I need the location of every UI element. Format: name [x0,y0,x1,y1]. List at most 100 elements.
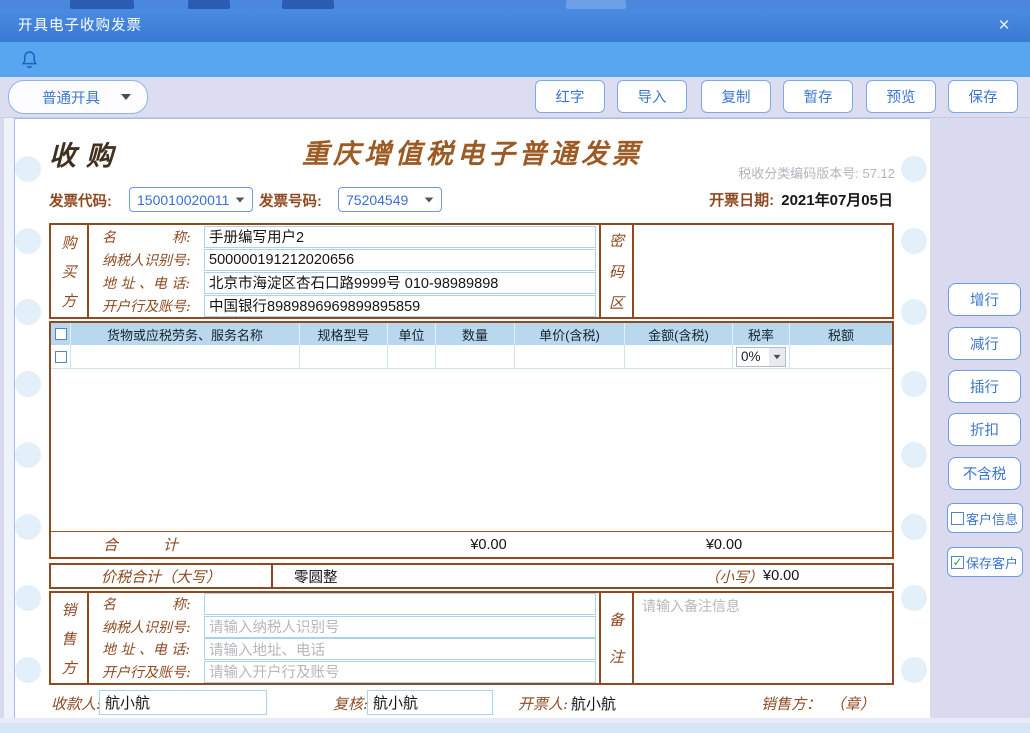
items-table-header: 货物或应税劳务、服务名称 规格型号 单位 数量 单价(含税) 金额(含税) 税率… [51,323,892,345]
tax-amount-cell[interactable] [790,345,892,368]
tax-code-version-note: 税收分类编码版本号: 57.12 [738,163,895,182]
tax-rate-cell: 0% [733,345,790,368]
col-tax-rate: 税率 [733,323,790,345]
import-button[interactable]: 导入 [617,80,687,113]
remark-label: 备注 [599,593,634,683]
amount-cell[interactable] [625,345,733,368]
payee-input[interactable]: 航小航 [99,690,267,715]
tax-rate-select[interactable]: 0% [736,347,786,367]
seller-fields: 名 称: 纳税人识别号: 请输入纳税人识别号 地 址 、电 话: 请输入地址、电… [89,593,599,683]
background-window-fragment [70,0,134,9]
remark-placeholder: 请输入备注信息 [642,596,740,616]
seller-name-input[interactable] [204,593,596,615]
dialog-titlebar: 开具电子收购发票 × [0,10,1030,42]
amount-total-value: ¥0.00 [671,537,777,553]
insert-row-button[interactable]: 插行 [948,370,1021,403]
seller-address-row: 地 址 、电 话: 请输入地址、电话 [89,638,599,661]
price-total-value: ¥0.00 [436,537,541,553]
invoice-code-value: 150010020011 [130,192,235,208]
buyer-bank-input[interactable]: 中国银行8989896969899895859 [204,295,596,317]
invoice-number-label: 发票号码: [259,190,322,211]
bell-icon[interactable] [20,49,39,71]
drawer-label: 开票人: [518,693,568,714]
save-customer-label: 保存客户 [966,553,1018,572]
seller-bank-row: 开户行及账号: 请输入开户行及账号 [89,661,599,684]
seller-taxid-placeholder: 请输入纳税人识别号 [209,616,340,637]
invoice-number-value: 75204549 [339,192,424,208]
grand-small-label: （小写） [705,566,763,587]
invoice-code-dropdown[interactable]: 150010020011 [129,187,253,212]
invoice-code-label: 发票代码: [49,190,112,211]
remark-area[interactable]: 请输入备注信息 [634,593,892,683]
customer-info-checkbox[interactable] [951,512,964,525]
background-window-fragment [188,0,230,9]
select-all-cell [51,323,71,345]
invoice-number-dropdown[interactable]: 75204549 [338,187,442,212]
seller-stamp-label: 销售方： [761,693,821,714]
chevron-down-icon [236,197,245,202]
invoice-code-row: 发票代码: 150010020011 发票号码: 75204549 开票日期: … [15,187,930,213]
reviewer-label: 复核: [333,693,368,714]
preview-button[interactable]: 预览 [866,80,936,113]
customer-info-label: 客户信息 [966,509,1018,528]
grand-total-row: 价税合计（大写） 零圆整 （小写） ¥0.00 [49,563,894,589]
remove-row-button[interactable]: 减行 [948,327,1021,360]
select-all-checkbox[interactable] [55,328,67,340]
drawer-value: 航小航 [571,693,616,714]
issue-mode-dropdown[interactable]: 普通开具 [8,80,148,114]
spec-cell[interactable] [300,345,388,368]
grand-total-in-words: 零圆整 [294,565,338,587]
items-table: 货物或应税劳务、服务名称 规格型号 单位 数量 单价(含税) 金额(含税) 税率… [49,321,894,559]
totals-row: 合 计 ¥0.00 ¥0.00 [51,531,892,557]
unit-price-cell[interactable] [515,345,625,368]
quantity-cell[interactable] [436,345,515,368]
invoice-paper: 收购 重庆增值税电子普通发票 税收分类编码版本号: 57.12 发票代码: 15… [14,118,930,718]
buyer-fields: 名 称: 手册编写用户2 纳税人识别号: 500000191212020656 … [89,225,599,317]
bottom-bar [0,723,1030,733]
save-customer-checkbox-checked[interactable]: ✓ [951,556,964,569]
goods-name-cell[interactable] [71,345,300,368]
tax-exclusive-button[interactable]: 不含税 [948,457,1021,490]
seller-bank-placeholder: 请输入开户行及账号 [209,661,340,682]
seller-taxid-input[interactable]: 请输入纳税人识别号 [204,616,596,638]
row-checkbox[interactable] [55,351,67,363]
col-amount: 金额(含税) [625,323,733,345]
temp-save-button[interactable]: 暂存 [783,80,853,113]
buyer-side-label: 购买方 [51,225,89,317]
buyer-taxid-row: 纳税人识别号: 500000191212020656 [89,248,599,271]
password-area [634,225,892,317]
save-button[interactable]: 保存 [948,80,1018,113]
reviewer-input[interactable]: 航小航 [367,690,493,715]
grand-small-value: ¥0.00 [763,568,799,584]
chevron-down-icon [769,348,785,366]
totals-label: 合 计 [103,534,178,555]
grand-total-numeric: （小写） ¥0.00 [705,565,799,587]
seller-taxid-label: 纳税人识别号: [102,617,204,637]
unit-cell[interactable] [388,345,436,368]
seller-taxid-row: 纳税人识别号: 请输入纳税人识别号 [89,616,599,639]
save-customer-toggle[interactable]: ✓ 保存客户 [947,547,1023,577]
seller-bank-input[interactable]: 请输入开户行及账号 [204,661,596,683]
customer-info-toggle[interactable]: 客户信息 [947,503,1023,533]
invoice-date-label: 开票日期: [709,192,774,209]
col-quantity: 数量 [436,323,515,345]
red-letter-button[interactable]: 红字 [535,80,605,113]
buyer-taxid-input[interactable]: 500000191212020656 [204,249,596,271]
close-icon[interactable]: × [992,14,1016,38]
item-row: 0% [51,345,892,369]
seller-stamp-value: （章） [830,693,875,714]
payee-label: 收款人: [51,693,101,714]
password-area-label: 密码区 [599,225,634,317]
seller-address-input[interactable]: 请输入地址、电话 [204,638,596,660]
tax-rate-value: 0% [737,349,769,364]
grand-total-label: 价税合计（大写） [51,565,273,587]
seller-bank-label: 开户行及账号: [102,662,204,682]
buyer-address-input[interactable]: 北京市海淀区杏石口路9999号 010-98989898 [204,272,596,294]
buyer-name-input[interactable]: 手册编写用户2 [204,226,596,248]
add-row-button[interactable]: 增行 [948,283,1021,316]
buyer-address-row: 地 址 、电 话: 北京市海淀区杏石口路9999号 010-98989898 [89,271,599,294]
seller-address-placeholder: 请输入地址、电话 [209,639,325,660]
discount-button[interactable]: 折扣 [948,413,1021,446]
left-scroll-strip [4,118,14,718]
copy-button[interactable]: 复制 [701,80,771,113]
